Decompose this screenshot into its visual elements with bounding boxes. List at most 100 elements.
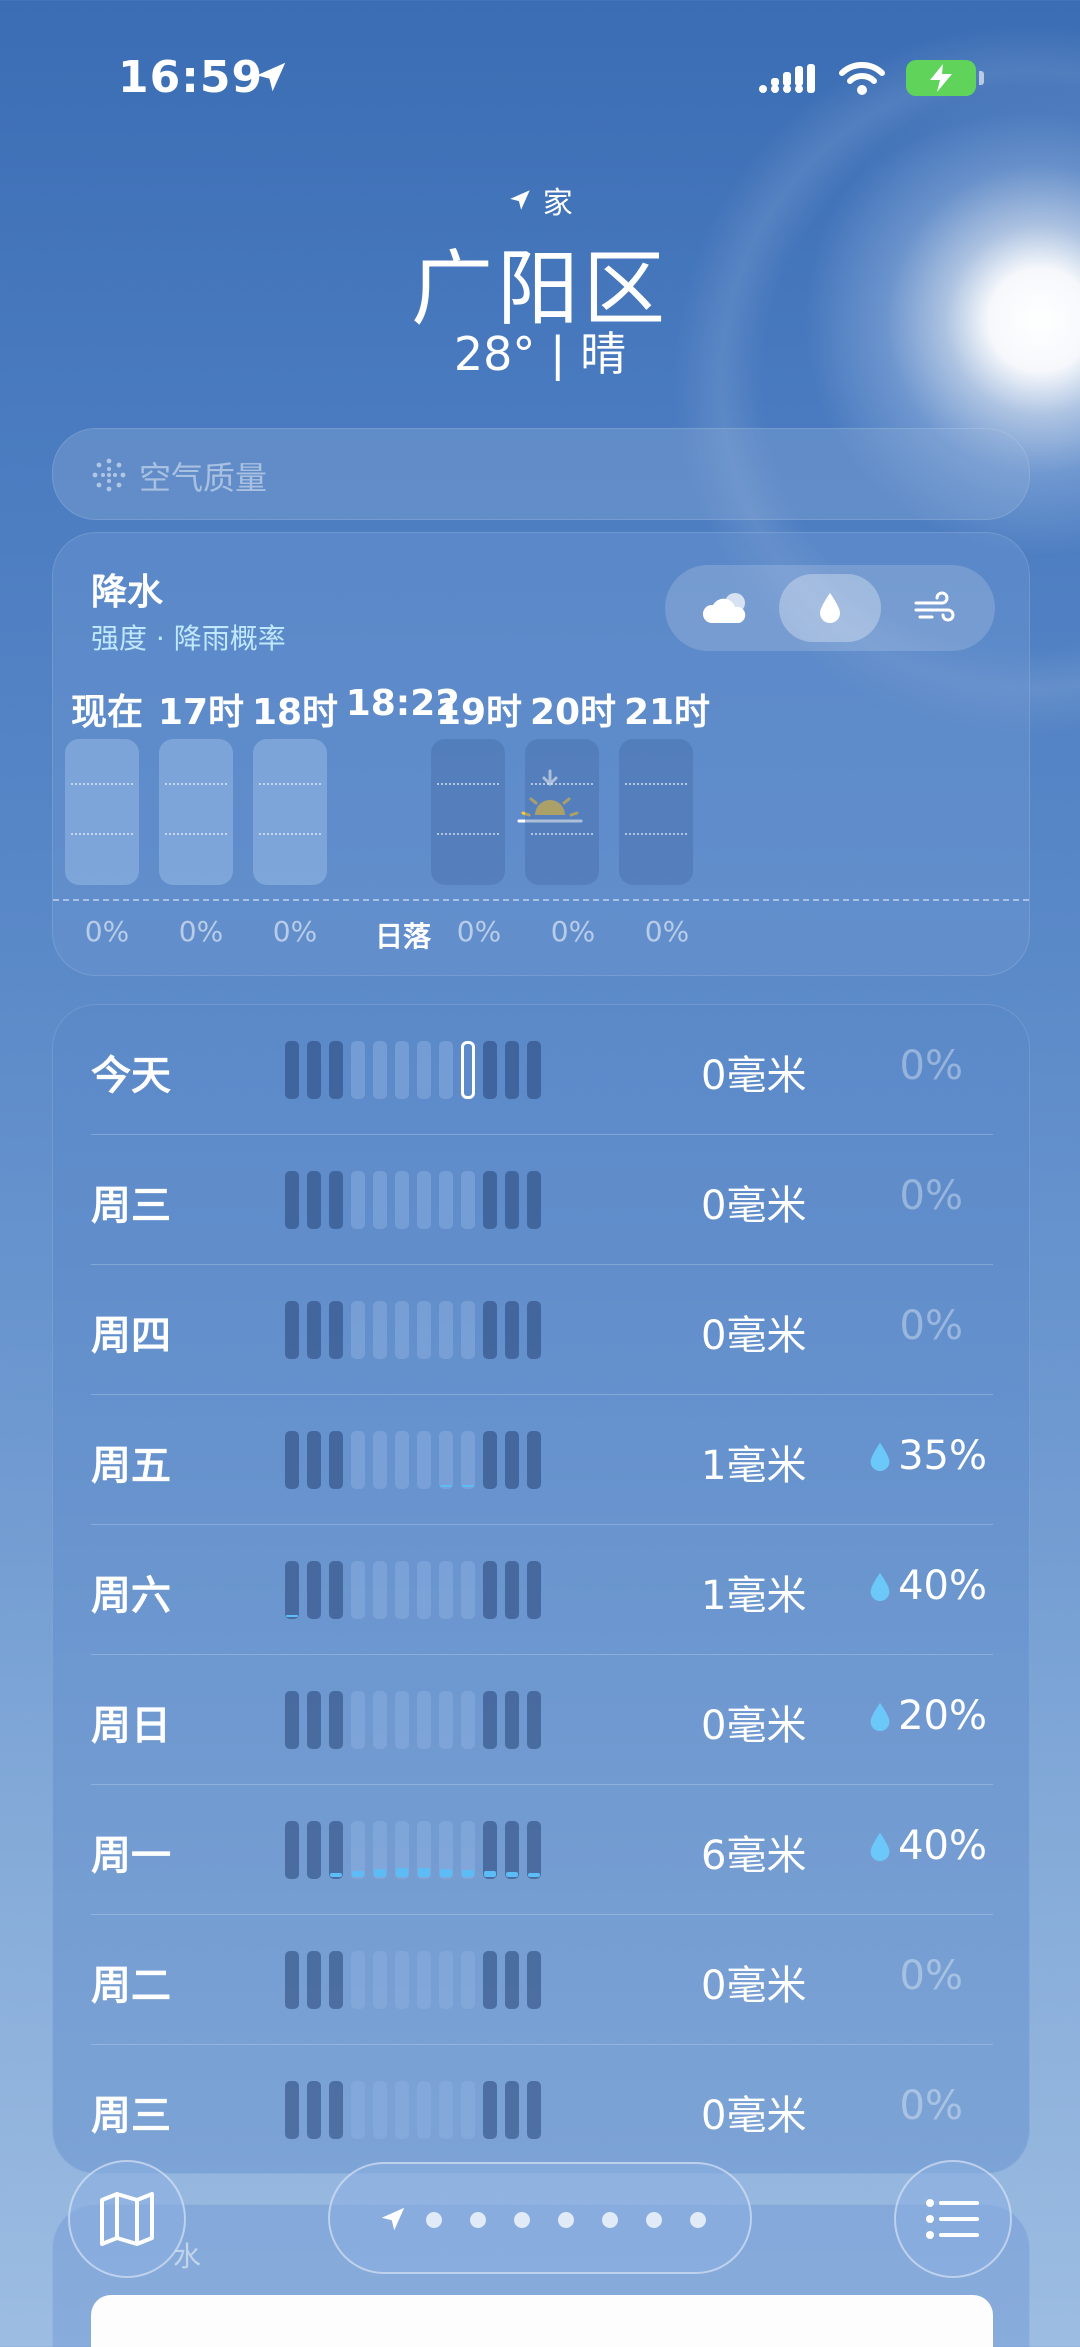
day-label: 今天 xyxy=(91,1053,171,1099)
location-arrow-icon xyxy=(256,62,286,92)
daily-row[interactable]: 周五 1毫米 35% xyxy=(91,1395,993,1525)
rain-chance: 40% xyxy=(868,1823,987,1869)
weather-summary: 28° | 晴 xyxy=(453,327,627,381)
hour-tick xyxy=(351,1951,365,2009)
hour-tick xyxy=(285,2081,299,2139)
hour-tick xyxy=(395,1171,409,1229)
hour-tick xyxy=(395,2081,409,2139)
day-label: 周四 xyxy=(91,1313,171,1359)
day-label: 周日 xyxy=(91,1703,171,1749)
hour-tick xyxy=(373,1431,387,1489)
hour-precip-bar xyxy=(65,739,139,885)
hour-tick xyxy=(461,1691,475,1749)
hour-tick xyxy=(329,1821,343,1879)
hour-tick xyxy=(461,1951,475,2009)
daily-row[interactable]: 今天 0毫米 0% xyxy=(91,1005,993,1135)
hour-tick xyxy=(307,2081,321,2139)
rain-level xyxy=(528,1873,540,1877)
air-quality-icon xyxy=(92,458,126,492)
hour-tick xyxy=(461,2081,475,2139)
hour-tick xyxy=(307,1041,321,1099)
mode-precipitation-button[interactable] xyxy=(779,574,881,642)
list-button[interactable] xyxy=(894,2160,1012,2278)
day-label: 周五 xyxy=(91,1443,171,1489)
rain-chance: 0% xyxy=(899,1173,963,1219)
page-dot[interactable] xyxy=(646,2212,662,2228)
precipitation-map[interactable] xyxy=(91,2295,993,2347)
daily-row[interactable]: 周一 6毫米 40% xyxy=(91,1785,993,1915)
rain-chance: 35% xyxy=(868,1433,987,1479)
daily-hour-bars xyxy=(285,1821,555,1879)
daily-hour-bars xyxy=(285,1431,555,1489)
rain-level xyxy=(484,1871,496,1877)
hour-tick xyxy=(461,1041,475,1099)
daily-hour-bars xyxy=(285,1951,555,2009)
hour-tick xyxy=(483,1431,497,1489)
hour-tick xyxy=(329,1301,343,1359)
hour-precip-bar xyxy=(253,739,327,885)
hour-tick xyxy=(527,1301,541,1359)
hour-tick xyxy=(461,1431,475,1489)
hour-precip-bar xyxy=(619,739,693,885)
rain-chance: 0% xyxy=(899,1303,963,1349)
current-location-icon xyxy=(381,2207,405,2231)
precip-amount: 0毫米 xyxy=(701,2093,807,2139)
hour-tick xyxy=(439,2081,453,2139)
hour-tick xyxy=(285,1821,299,1879)
daily-row[interactable]: 周四 0毫米 0% xyxy=(91,1265,993,1395)
rain-chance: 40% xyxy=(868,1563,987,1609)
page-dot[interactable] xyxy=(514,2212,530,2228)
location-tag: 家 xyxy=(0,178,1080,222)
rain-chance: 0% xyxy=(899,1953,963,1999)
daily-row[interactable]: 周三 0毫米 0% xyxy=(91,2045,993,2175)
hour-tick xyxy=(439,1431,453,1489)
precipitation-title: 降水 xyxy=(91,572,164,613)
daily-row[interactable]: 周三 0毫米 0% xyxy=(91,1135,993,1265)
hour-tick xyxy=(329,1431,343,1489)
hour-label: 21时 xyxy=(623,692,711,733)
cloud-icon xyxy=(702,593,746,623)
location-pager[interactable] xyxy=(328,2162,752,2274)
hour-tick xyxy=(527,1691,541,1749)
hour-tick xyxy=(351,2081,365,2139)
hour-tick xyxy=(527,1561,541,1619)
daily-row[interactable]: 周六 1毫米 40% xyxy=(91,1525,993,1655)
page-dot[interactable] xyxy=(602,2212,618,2228)
hour-tick xyxy=(439,1691,453,1749)
precip-amount: 1毫米 xyxy=(701,1443,807,1489)
hour-precip-bar xyxy=(431,739,505,885)
hour-tick xyxy=(307,1431,321,1489)
rain-level xyxy=(374,1869,386,1877)
day-label: 周六 xyxy=(91,1573,171,1619)
page-dot[interactable] xyxy=(690,2212,706,2228)
hour-tick xyxy=(329,1691,343,1749)
hour-tick xyxy=(329,1041,343,1099)
rain-chance: 0% xyxy=(899,2083,963,2129)
daily-row[interactable]: 周二 0毫米 0% xyxy=(91,1915,993,2045)
air-quality-card[interactable]: 空气质量 xyxy=(52,428,1030,520)
daily-hour-bars xyxy=(285,1171,555,1229)
hour-tick xyxy=(351,1821,365,1879)
hour-tick xyxy=(351,1301,365,1359)
page-dot[interactable] xyxy=(470,2212,486,2228)
hour-tick xyxy=(483,1171,497,1229)
daily-hour-bars xyxy=(285,1041,555,1099)
hour-tick xyxy=(373,1951,387,2009)
rain-level xyxy=(506,1872,518,1877)
hour-tick xyxy=(439,1561,453,1619)
hour-tick xyxy=(527,1171,541,1229)
hour-tick xyxy=(351,1431,365,1489)
mode-cloud-button[interactable] xyxy=(675,574,777,642)
page-dot[interactable] xyxy=(558,2212,574,2228)
page-dot[interactable] xyxy=(426,2212,442,2228)
hour-tick xyxy=(329,1561,343,1619)
daily-row[interactable]: 周日 0毫米 20% xyxy=(91,1655,993,1785)
zero-baseline xyxy=(53,899,1029,901)
daily-hour-bars xyxy=(285,1301,555,1359)
hour-tick xyxy=(461,1561,475,1619)
hour-tick xyxy=(505,1041,519,1099)
map-button[interactable] xyxy=(68,2160,186,2278)
hour-tick xyxy=(439,1821,453,1879)
mode-wind-button[interactable] xyxy=(883,574,985,642)
hour-tick xyxy=(395,1821,409,1879)
